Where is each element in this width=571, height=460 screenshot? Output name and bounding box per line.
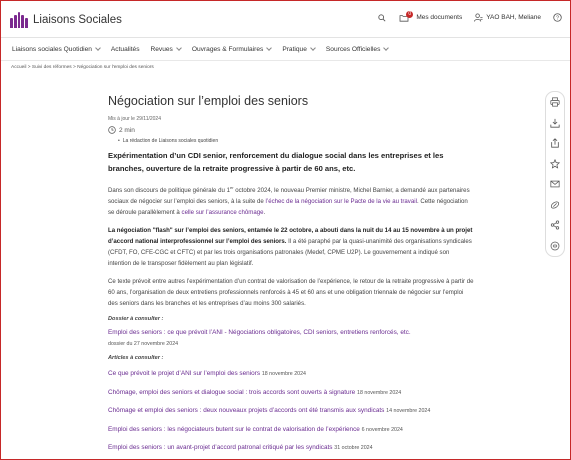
link-assurance-chomage[interactable]: celle sur l’assurance chômage <box>182 209 264 216</box>
brand-logo-icon <box>10 12 28 28</box>
browser-frame: Liaisons Sociales 0 Mes documents YAO BA… <box>0 0 571 460</box>
list-item: Chômage, emploi des seniors et dialogue … <box>108 388 402 396</box>
star-icon[interactable] <box>549 158 561 170</box>
nav-item-revues[interactable]: Revues <box>151 45 182 53</box>
article-lead: Expérimentation d’un CDI senior, renforc… <box>108 151 444 173</box>
search-icon[interactable] <box>378 13 386 22</box>
top-bar: Liaisons Sociales 0 Mes documents YAO BA… <box>1 1 570 38</box>
dossier-link[interactable]: Emploi des seniors : ce que prévoit l’AN… <box>108 329 411 336</box>
article-tools <box>545 91 565 257</box>
brand-name: Liaisons Sociales <box>33 14 122 26</box>
help-icon[interactable]: ? <box>553 13 562 22</box>
documents-button[interactable]: 0 Mes documents <box>399 11 463 22</box>
nav-item-pratique[interactable]: Pratique <box>282 45 316 53</box>
top-actions: 0 Mes documents YAO BAH, Meliane ? <box>378 11 562 22</box>
documents-count-badge: 0 <box>406 11 414 18</box>
brand-logo[interactable]: Liaisons Sociales <box>10 12 122 28</box>
article-link[interactable]: Emploi des seniors : un avant-projet d’a… <box>108 444 333 451</box>
read-time: 2 min <box>108 126 474 134</box>
update-date: Mis à jour le 29/11/2024 <box>108 116 161 122</box>
user-name: YAO BAH, Meliane <box>486 14 541 21</box>
author: La rédaction de Liaisons sociales quotid… <box>118 138 474 144</box>
link-pacte-vie-travail[interactable]: l’échec de la négociation sur le Pacte d… <box>266 198 417 205</box>
chevron-down-icon <box>310 45 316 51</box>
articles-label: Articles à consulter : <box>108 355 164 362</box>
user-menu[interactable]: YAO BAH, Meliane <box>474 13 541 22</box>
readaloud-icon[interactable] <box>549 240 561 252</box>
article-link[interactable]: Chômage, emploi des seniors et dialogue … <box>108 389 355 396</box>
link-icon[interactable] <box>549 199 561 211</box>
paragraph-1: Dans son discours de politique générale … <box>108 185 470 217</box>
chevron-down-icon <box>95 45 101 51</box>
chevron-down-icon <box>176 45 182 51</box>
nav-item-actualites[interactable]: Actualités <box>111 46 140 53</box>
chevron-down-icon <box>383 45 390 51</box>
nav-item-ouvrages[interactable]: Ouvrages & Formulaires <box>192 45 273 53</box>
download-icon[interactable] <box>549 117 561 129</box>
article-link[interactable]: Ce que prévoit le projet d’ANI sur l’emp… <box>108 370 260 377</box>
paragraph-3: Ce texte prévoit entre autres l’expérime… <box>108 278 474 308</box>
article: Négociation sur l’emploi des seniors Mis… <box>108 93 474 454</box>
svg-text:?: ? <box>556 16 559 22</box>
dossier-label: Dossier à consulter : <box>108 316 164 323</box>
dossier-meta: dossier du 27 novembre 2024 <box>108 340 179 347</box>
article-link[interactable]: Chômage et emploi des seniors : deux nou… <box>108 407 384 414</box>
email-icon[interactable] <box>549 178 561 190</box>
page-title: Négociation sur l’emploi des seniors <box>108 94 309 108</box>
list-item: Chômage et emploi des seniors : deux nou… <box>108 407 431 415</box>
clock-icon <box>108 126 116 134</box>
main-nav: Liaisons sociales Quotidien Actualités R… <box>1 38 570 61</box>
share-export-icon[interactable] <box>549 137 561 149</box>
list-item: Emploi des seniors : les négociateurs bu… <box>108 425 403 433</box>
article-link[interactable]: Emploi des seniors : les négociateurs bu… <box>108 426 360 433</box>
paragraph-2: La négociation "flash" sur l’emploi des … <box>108 227 473 268</box>
user-icon <box>474 13 483 22</box>
share-icon[interactable] <box>549 219 561 231</box>
documents-label: Mes documents <box>416 14 463 21</box>
print-icon[interactable] <box>549 96 561 108</box>
nav-item-sources[interactable]: Sources Officielles <box>326 45 390 53</box>
chevron-down-icon <box>266 45 273 51</box>
breadcrumb[interactable]: Accueil > Suivi des réformes > Négociati… <box>11 65 154 70</box>
list-item: Emploi des seniors : un avant-projet d’a… <box>108 444 373 452</box>
dossier-ref: Emploi des seniors : ce que prévoit l’AN… <box>108 328 474 349</box>
list-item: Ce que prévoit le projet d’ANI sur l’emp… <box>108 370 306 378</box>
nav-item-quotidien[interactable]: Liaisons sociales Quotidien <box>12 45 101 53</box>
